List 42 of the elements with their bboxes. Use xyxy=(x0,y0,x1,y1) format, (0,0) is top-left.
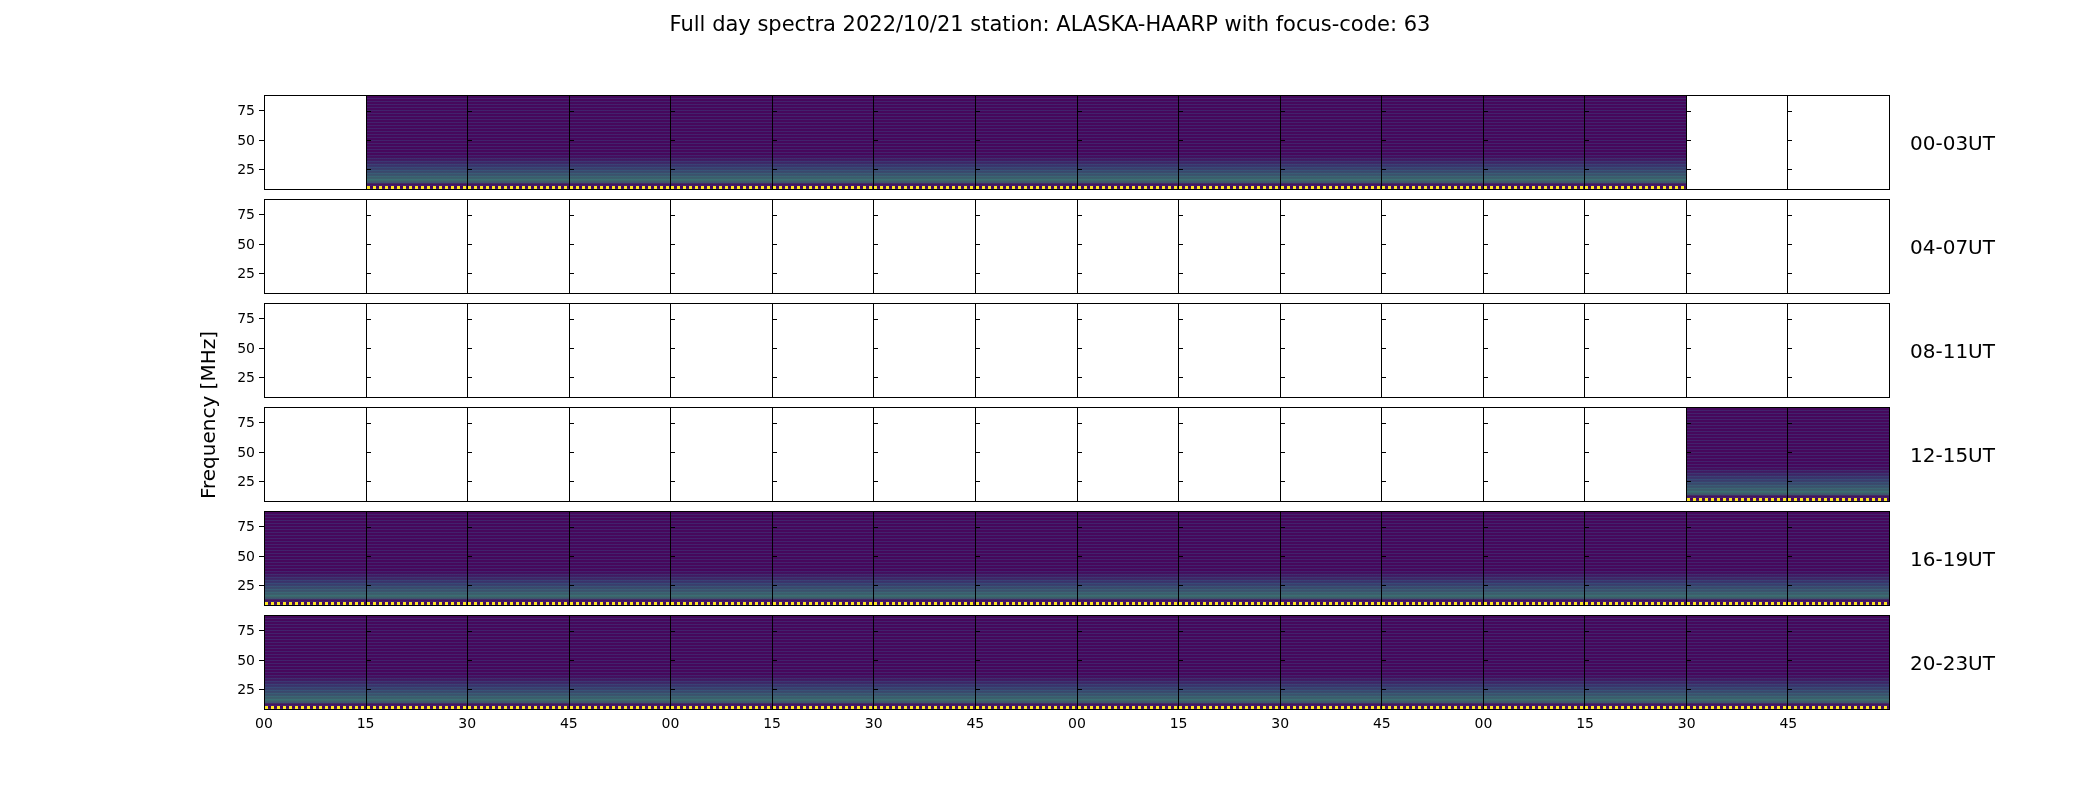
row-label: 20-23UT xyxy=(1909,649,1996,677)
x-tick-label: 15 xyxy=(1576,715,1595,731)
x-tick-label: 15 xyxy=(356,715,375,731)
row-label: 00-03UT xyxy=(1909,129,1996,157)
y-tick-label: 75 xyxy=(237,311,255,326)
y-tick-label: 75 xyxy=(237,623,255,638)
row-label: 08-11UT xyxy=(1909,337,1996,365)
row-label: 04-07UT xyxy=(1909,233,1996,261)
y-tick-label: 50 xyxy=(237,132,255,147)
x-tick-label: 45 xyxy=(966,715,985,731)
y-tick-label: 75 xyxy=(237,519,255,534)
y-tick-label: 25 xyxy=(237,578,255,593)
y-tick-label: 25 xyxy=(237,682,255,697)
x-tick-label: 00 xyxy=(661,715,680,731)
x-tick-label: 00 xyxy=(1474,715,1493,731)
x-tick-label: 45 xyxy=(1372,715,1391,731)
y-tick-label: 25 xyxy=(237,474,255,489)
figure-title: Full day spectra 2022/10/21 station: ALASKA-HAARP with focus-code: 63 xyxy=(668,11,1432,38)
x-tick-label: 00 xyxy=(255,715,273,731)
y-tick-label: 50 xyxy=(237,652,255,667)
x-tick-label: 30 xyxy=(864,715,883,731)
x-tick-label: 15 xyxy=(1169,715,1188,731)
y-tick-label: 50 xyxy=(237,236,255,251)
y-tick-label: 75 xyxy=(237,415,255,430)
y-tick-label: 75 xyxy=(237,207,255,222)
y-tick-label: 50 xyxy=(237,548,255,563)
x-tick-label: 30 xyxy=(1677,715,1696,731)
y-tick-label: 50 xyxy=(237,444,255,459)
y-tick-label: 25 xyxy=(237,162,255,177)
x-tick-label: 45 xyxy=(1779,715,1798,731)
y-axis-label: Frequency [MHz] xyxy=(196,330,220,500)
x-tick-label: 30 xyxy=(458,715,477,731)
y-tick-label: 50 xyxy=(237,340,255,355)
x-tick-label: 45 xyxy=(559,715,578,731)
x-tick-label: 00 xyxy=(1068,715,1086,731)
x-tick-label: 15 xyxy=(763,715,782,731)
y-tick-label: 25 xyxy=(237,370,255,385)
row-label: 16-19UT xyxy=(1909,545,1996,573)
y-tick-label: 75 xyxy=(237,103,255,118)
x-tick-label: 30 xyxy=(1271,715,1290,731)
row-label: 12-15UT xyxy=(1909,441,1996,469)
y-tick-label: 25 xyxy=(237,266,255,281)
